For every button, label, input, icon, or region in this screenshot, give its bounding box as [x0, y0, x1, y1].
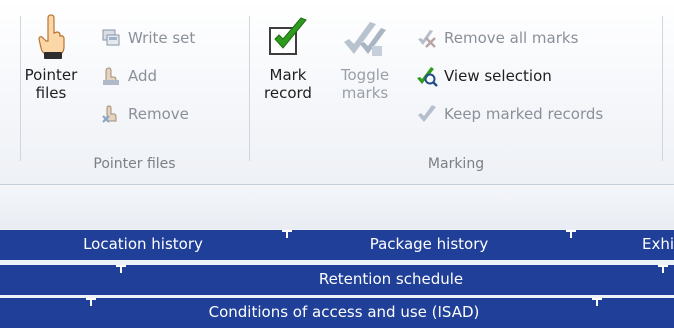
write-set-label: Write set: [128, 29, 196, 47]
view-selection-icon: [417, 67, 438, 87]
tab-divider: [658, 265, 668, 273]
mark-record-label-line1: Mark: [269, 66, 307, 84]
tab-divider: [592, 298, 602, 306]
tab-package-history[interactable]: Package history: [288, 230, 570, 260]
pointer-files-button[interactable]: Pointer files: [22, 14, 80, 102]
tab-row-1: Location history Package history Exhi: [0, 230, 674, 260]
pointer-files-group: Pointer files Write set Add Remove Point…: [20, 0, 247, 182]
keep-marked-records-label: Keep marked records: [444, 105, 604, 123]
group-divider: [662, 16, 663, 161]
tab-row-2: Retention schedule: [0, 265, 674, 295]
toggle-marks-icon: [344, 22, 386, 56]
toggle-marks-label-line1: Toggle: [340, 66, 390, 84]
add-icon: [103, 67, 119, 85]
toggle-marks-label-line2: marks: [341, 84, 389, 102]
add-label: Add: [128, 67, 158, 85]
marking-group: Mark record Toggle marks Remove all mark…: [252, 0, 660, 182]
pointer-files-label-line2: files: [35, 84, 67, 102]
keep-marked-records-icon: [418, 105, 436, 122]
tab-location-history[interactable]: Location history: [0, 230, 286, 260]
toggle-marks-button[interactable]: Toggle marks: [336, 14, 394, 102]
group-divider: [20, 16, 21, 161]
remove-icon: [102, 105, 117, 123]
add-button[interactable]: Add: [100, 64, 157, 88]
tab-conditions-of-access[interactable]: Conditions of access and use (ISAD): [92, 298, 596, 328]
marking-group-label: Marking: [427, 156, 485, 172]
pointer-files-label-line1: Pointer: [24, 66, 78, 84]
ribbon: Pointer files Write set Add Remove Point…: [0, 0, 674, 185]
remove-all-marks-button[interactable]: Remove all marks: [416, 26, 578, 50]
remove-button[interactable]: Remove: [100, 102, 189, 126]
mark-record-button[interactable]: Mark record: [256, 14, 320, 102]
mark-record-label-line2: record: [264, 84, 312, 102]
write-set-icon: [102, 29, 120, 46]
write-set-button[interactable]: Write set: [100, 26, 195, 50]
view-selection-button[interactable]: View selection: [416, 64, 552, 88]
remove-label: Remove: [128, 105, 189, 123]
pointer-files-group-label: Pointer files: [93, 156, 176, 172]
remove-all-marks-icon: [418, 30, 436, 48]
tab-row-3: Conditions of access and use (ISAD): [0, 298, 674, 328]
remove-all-marks-label: Remove all marks: [444, 29, 579, 47]
view-selection-label: View selection: [444, 67, 552, 85]
keep-marked-records-button[interactable]: Keep marked records: [416, 102, 603, 126]
tab-exhi[interactable]: Exhi: [572, 230, 674, 260]
toolbar-strip: [0, 185, 674, 229]
group-divider: [249, 16, 250, 161]
pointer-hand-icon: [38, 14, 65, 59]
tab-retention-schedule[interactable]: Retention schedule: [122, 265, 660, 295]
mark-record-checkbox-icon: [269, 17, 307, 55]
